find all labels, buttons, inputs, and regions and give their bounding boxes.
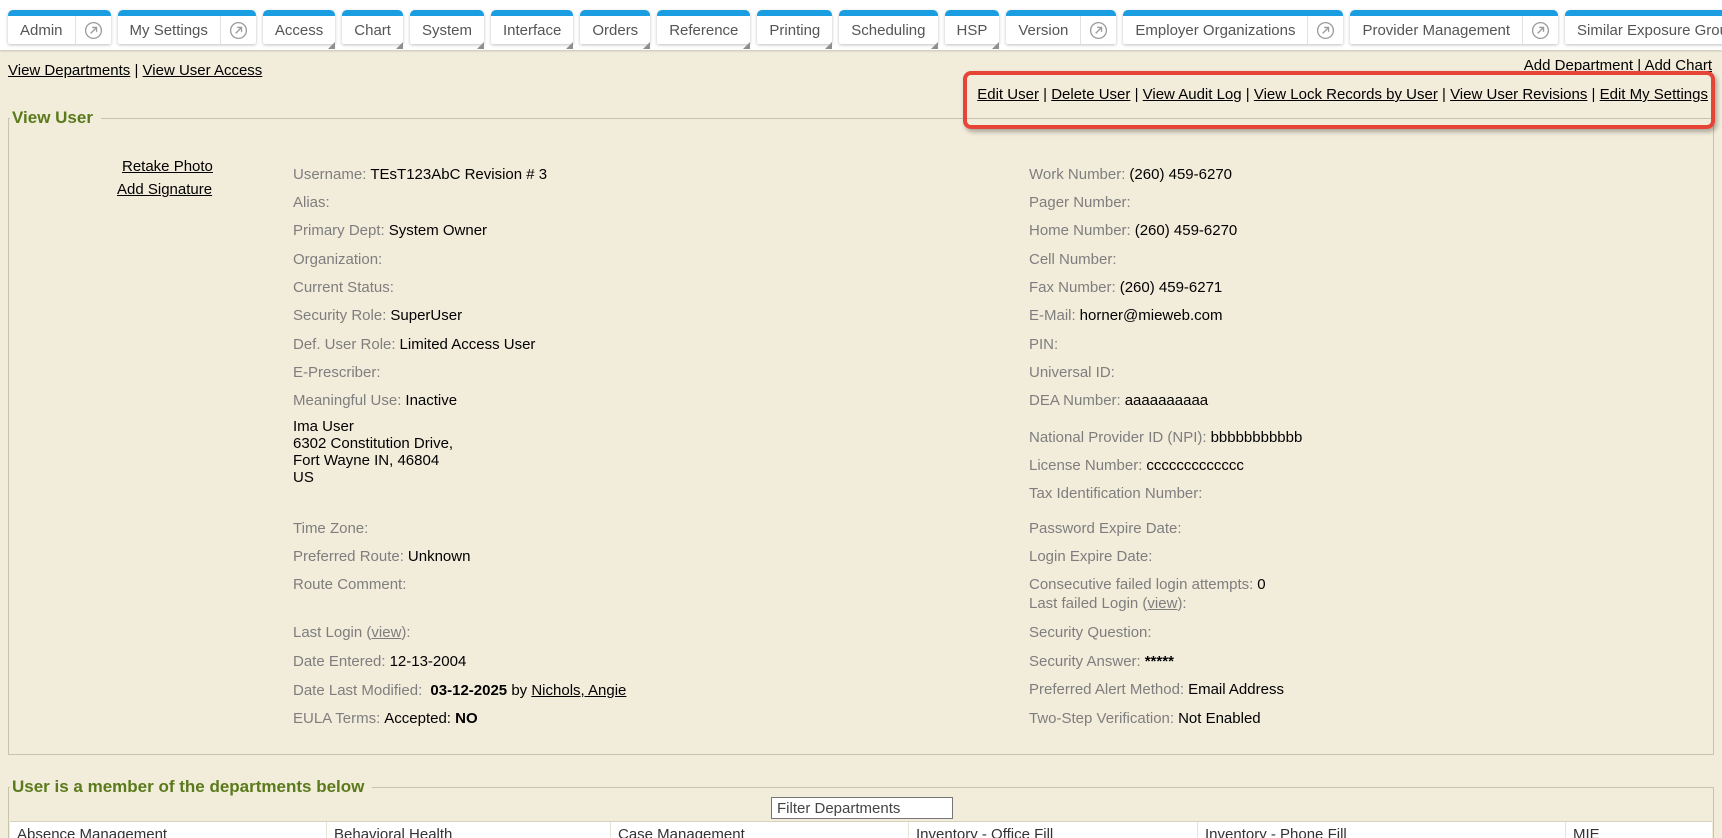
- dropdown-corner-icon: [992, 42, 999, 49]
- open-new-window-icon[interactable]: [1080, 16, 1116, 44]
- field-row: Organization:: [293, 252, 386, 268]
- tab-printing[interactable]: Printing: [757, 10, 832, 44]
- field-row: Security Answer:*****: [1029, 654, 1174, 670]
- field-row: Date Entered:12-13-2004: [293, 654, 466, 670]
- field-row: Def. User Role:Limited Access User: [293, 337, 535, 353]
- dropdown-corner-icon: [743, 42, 750, 49]
- field-row: Universal ID:: [1029, 365, 1119, 381]
- user-address: Ima User 6302 Constitution Drive, Fort W…: [293, 418, 453, 486]
- field-row: Current Status:: [293, 280, 398, 296]
- user-action-links: Edit User | Delete User | View Audit Log…: [977, 86, 1708, 103]
- field-row: Tax Identification Number:: [1029, 486, 1206, 502]
- tab-similar-exposure-groups[interactable]: Similar Exposure Groups (SEGs): [1565, 10, 1722, 44]
- field-row: Work Number:(260) 459-6270: [1029, 167, 1232, 183]
- field-row: Username:TEsT123AbC Revision # 3: [293, 167, 547, 183]
- department-cell: Case Management: [610, 822, 908, 838]
- field-row: Route Comment:: [293, 577, 410, 593]
- field-row: Preferred Alert Method:Email Address: [1029, 682, 1284, 698]
- section-title: View User: [10, 108, 101, 128]
- field-row: Pager Number:: [1029, 195, 1135, 211]
- dropdown-corner-icon: [825, 42, 832, 49]
- tab-employer-organizations[interactable]: Employer Organizations: [1123, 10, 1343, 44]
- department-cell: Absence Management: [10, 822, 326, 838]
- breadcrumb: View Departments | View User Access: [8, 62, 262, 79]
- tab-reference[interactable]: Reference: [657, 10, 750, 44]
- add-links: Add Department | Add Chart: [1524, 57, 1712, 74]
- field-row: Consecutive failed login attempts:0: [1029, 577, 1266, 593]
- add-department-link[interactable]: Add Department: [1524, 57, 1633, 74]
- department-cell: Inventory - Phone Fill: [1197, 822, 1565, 838]
- view-departments-link[interactable]: View Departments: [8, 62, 130, 79]
- view-user-revisions-link[interactable]: View User Revisions: [1450, 86, 1587, 103]
- field-row: Fax Number:(260) 459-6271: [1029, 280, 1222, 296]
- tab-admin[interactable]: Admin: [8, 10, 111, 44]
- field-row: Alias:: [293, 195, 334, 211]
- field-row: Cell Number:: [1029, 252, 1121, 268]
- open-new-window-icon[interactable]: [220, 16, 256, 44]
- dropdown-corner-icon: [477, 42, 484, 49]
- field-row: Home Number:(260) 459-6270: [1029, 223, 1237, 239]
- field-row: Preferred Route:Unknown: [293, 549, 470, 565]
- open-new-window-icon[interactable]: [1522, 16, 1558, 44]
- tab-provider-management[interactable]: Provider Management: [1350, 10, 1558, 44]
- field-row: PIN:: [1029, 337, 1062, 353]
- dropdown-corner-icon: [643, 42, 650, 49]
- department-cell: Behavioral Health: [326, 822, 610, 838]
- open-new-window-icon[interactable]: [75, 16, 111, 44]
- page-content: View Departments | View User Access Add …: [0, 50, 1722, 838]
- field-row: Meaningful Use:Inactive: [293, 393, 457, 409]
- delete-user-link[interactable]: Delete User: [1051, 86, 1130, 103]
- field-row: DEA Number:aaaaaaaaaa: [1029, 393, 1208, 409]
- filter-departments-input[interactable]: [771, 797, 953, 819]
- department-cell: Inventory - Office Fill: [908, 822, 1197, 838]
- tab-chart[interactable]: Chart: [342, 10, 403, 44]
- field-row: Security Role:SuperUser: [293, 308, 462, 324]
- field-row: Primary Dept:System Owner: [293, 223, 487, 239]
- dropdown-corner-icon: [328, 42, 335, 49]
- tab-interface[interactable]: Interface: [491, 10, 573, 44]
- tab-hsp[interactable]: HSP: [945, 10, 1000, 44]
- field-row: Two-Step Verification:Not Enabled: [1029, 711, 1261, 727]
- field-row: Password Expire Date:: [1029, 521, 1186, 537]
- view-user-page: Admin My Settings Access Chart System In…: [0, 0, 1722, 838]
- last-failed-login-view-link[interactable]: view: [1147, 595, 1177, 612]
- view-lock-records-link[interactable]: View Lock Records by User: [1254, 86, 1438, 103]
- view-audit-log-link[interactable]: View Audit Log: [1143, 86, 1242, 103]
- field-row: Security Question:: [1029, 625, 1156, 641]
- last-login-view-link[interactable]: view: [371, 624, 401, 641]
- field-row-date-last-modified: Date Last Modified: 03-12-2025 by Nichol…: [293, 683, 626, 699]
- field-row: E-Mail:horner@mieweb.com: [1029, 308, 1222, 324]
- tab-orders[interactable]: Orders: [580, 10, 650, 44]
- retake-photo-link[interactable]: Retake Photo: [122, 158, 213, 175]
- tab-scheduling[interactable]: Scheduling: [839, 10, 937, 44]
- field-row: Login Expire Date:: [1029, 549, 1156, 565]
- department-cell: MIE: [1565, 822, 1712, 838]
- dropdown-corner-icon: [931, 42, 938, 49]
- modified-by-user-link[interactable]: Nichols, Angie: [531, 682, 626, 699]
- view-user-section: View User Retake Photo Add Signature Use…: [8, 118, 1714, 755]
- field-row: License Number:ccccccccccccc: [1029, 458, 1244, 474]
- departments-section: User is a member of the departments belo…: [8, 787, 1714, 838]
- field-row: National Provider ID (NPI):bbbbbbbbbbb: [1029, 430, 1302, 446]
- field-row-last-login: Last Login (view):: [293, 625, 411, 641]
- field-row: Time Zone:: [293, 521, 372, 537]
- dropdown-corner-icon: [396, 42, 403, 49]
- field-row-eula: EULA Terms:Accepted: NO: [293, 711, 478, 727]
- field-row-last-failed-login: Last failed Login (view):: [1029, 596, 1187, 612]
- dropdown-corner-icon: [566, 42, 573, 49]
- departments-section-title: User is a member of the departments belo…: [10, 777, 372, 797]
- edit-my-settings-link[interactable]: Edit My Settings: [1600, 86, 1708, 103]
- add-signature-link[interactable]: Add Signature: [117, 181, 212, 198]
- departments-row: Absence Management Behavioral Health Cas…: [10, 821, 1712, 838]
- field-row: E-Prescriber:: [293, 365, 385, 381]
- tab-my-settings[interactable]: My Settings: [118, 10, 256, 44]
- edit-user-link[interactable]: Edit User: [977, 86, 1039, 103]
- view-user-access-link[interactable]: View User Access: [143, 62, 263, 79]
- tab-access[interactable]: Access: [263, 10, 335, 44]
- add-chart-link[interactable]: Add Chart: [1644, 57, 1712, 74]
- top-tab-bar: Admin My Settings Access Chart System In…: [0, 0, 1722, 50]
- tab-version[interactable]: Version: [1006, 10, 1116, 44]
- open-new-window-icon[interactable]: [1307, 16, 1343, 44]
- tab-system[interactable]: System: [410, 10, 484, 44]
